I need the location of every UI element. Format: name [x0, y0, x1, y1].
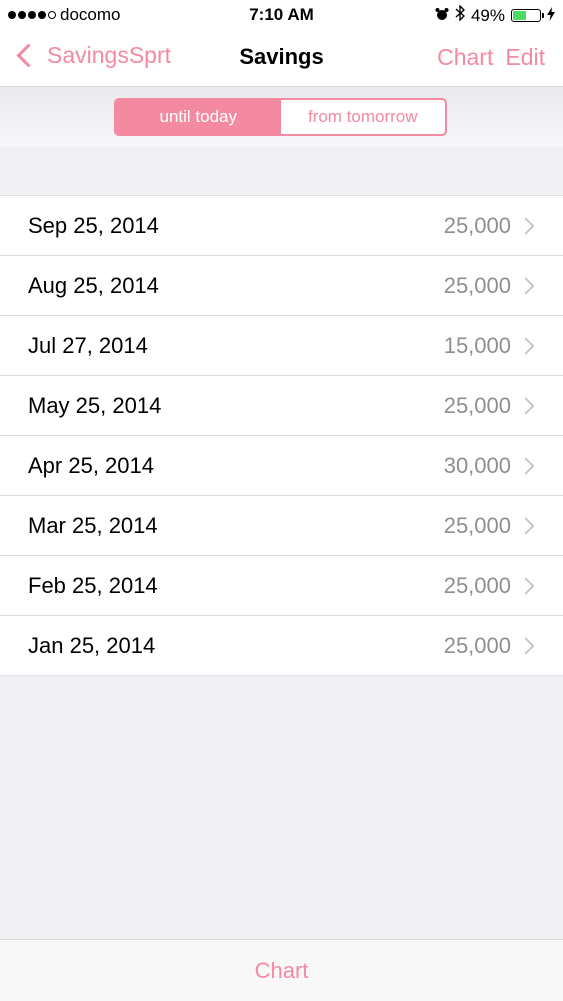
edit-button[interactable]: Edit — [505, 44, 545, 71]
chart-button[interactable]: Chart — [437, 44, 493, 71]
entry-amount: 25,000 — [443, 512, 511, 538]
entry-date: Sep 25, 2014 — [28, 212, 159, 238]
segment-until-today[interactable]: until today — [116, 100, 281, 134]
list-item[interactable]: Jul 27, 2014 15,000 — [0, 316, 563, 376]
list-item[interactable]: Sep 25, 2014 25,000 — [0, 196, 563, 256]
battery-level — [513, 11, 526, 20]
list-item[interactable]: May 25, 2014 25,000 — [0, 376, 563, 436]
entry-date: Jan 25, 2014 — [28, 632, 156, 658]
chevron-right-icon — [517, 217, 535, 234]
entry-amount: 25,000 — [443, 632, 511, 658]
list-item[interactable]: Aug 25, 2014 25,000 — [0, 256, 563, 316]
segment-area: until today from tomorrow — [0, 87, 563, 147]
chevron-right-icon — [517, 637, 535, 654]
entry-date: Jul 27, 2014 — [28, 332, 148, 358]
entry-amount: 25,000 — [443, 572, 511, 598]
entry-amount: 30,000 — [443, 452, 511, 478]
battery-icon — [511, 9, 544, 22]
charging-icon — [547, 6, 555, 26]
entry-amount: 25,000 — [443, 272, 511, 298]
nav-actions: Chart Edit — [437, 44, 545, 71]
entry-amount: 15,000 — [443, 332, 511, 358]
entry-date: Feb 25, 2014 — [28, 572, 158, 598]
entry-amount: 25,000 — [443, 392, 511, 418]
chevron-right-icon — [517, 577, 535, 594]
bottom-toolbar: Chart — [0, 939, 563, 1001]
battery-percent: 49% — [470, 5, 505, 25]
list-item[interactable]: Mar 25, 2014 25,000 — [0, 496, 563, 556]
alarm-icon — [435, 6, 449, 26]
status-indicators: 49% — [435, 4, 555, 26]
list-item[interactable]: Apr 25, 2014 30,000 — [0, 436, 563, 496]
entry-amount: 25,000 — [443, 212, 511, 238]
chevron-right-icon — [517, 337, 535, 354]
segment-from-tomorrow[interactable]: from tomorrow — [281, 100, 446, 134]
toolbar-chart-button[interactable]: Chart — [255, 958, 309, 984]
entry-date: Aug 25, 2014 — [28, 272, 159, 298]
list-item[interactable]: Feb 25, 2014 25,000 — [0, 556, 563, 616]
chevron-right-icon — [517, 457, 535, 474]
status-bar: docomo 7:10 AM 49% — [0, 0, 563, 30]
entry-date: Mar 25, 2014 — [28, 512, 158, 538]
entry-date: May 25, 2014 — [28, 392, 162, 418]
list-item[interactable]: Jan 25, 2014 25,000 — [0, 616, 563, 675]
entry-date: Apr 25, 2014 — [28, 452, 154, 478]
bluetooth-icon — [455, 4, 465, 26]
chevron-right-icon — [517, 517, 535, 534]
date-range-segmented-control: until today from tomorrow — [114, 98, 447, 136]
savings-list: Sep 25, 2014 25,000 Aug 25, 2014 25,000 Jul … — [0, 195, 563, 676]
navigation-bar: SavingsSprt Savings Chart Edit — [0, 30, 563, 87]
chevron-right-icon — [517, 397, 535, 414]
chevron-right-icon — [517, 277, 535, 294]
